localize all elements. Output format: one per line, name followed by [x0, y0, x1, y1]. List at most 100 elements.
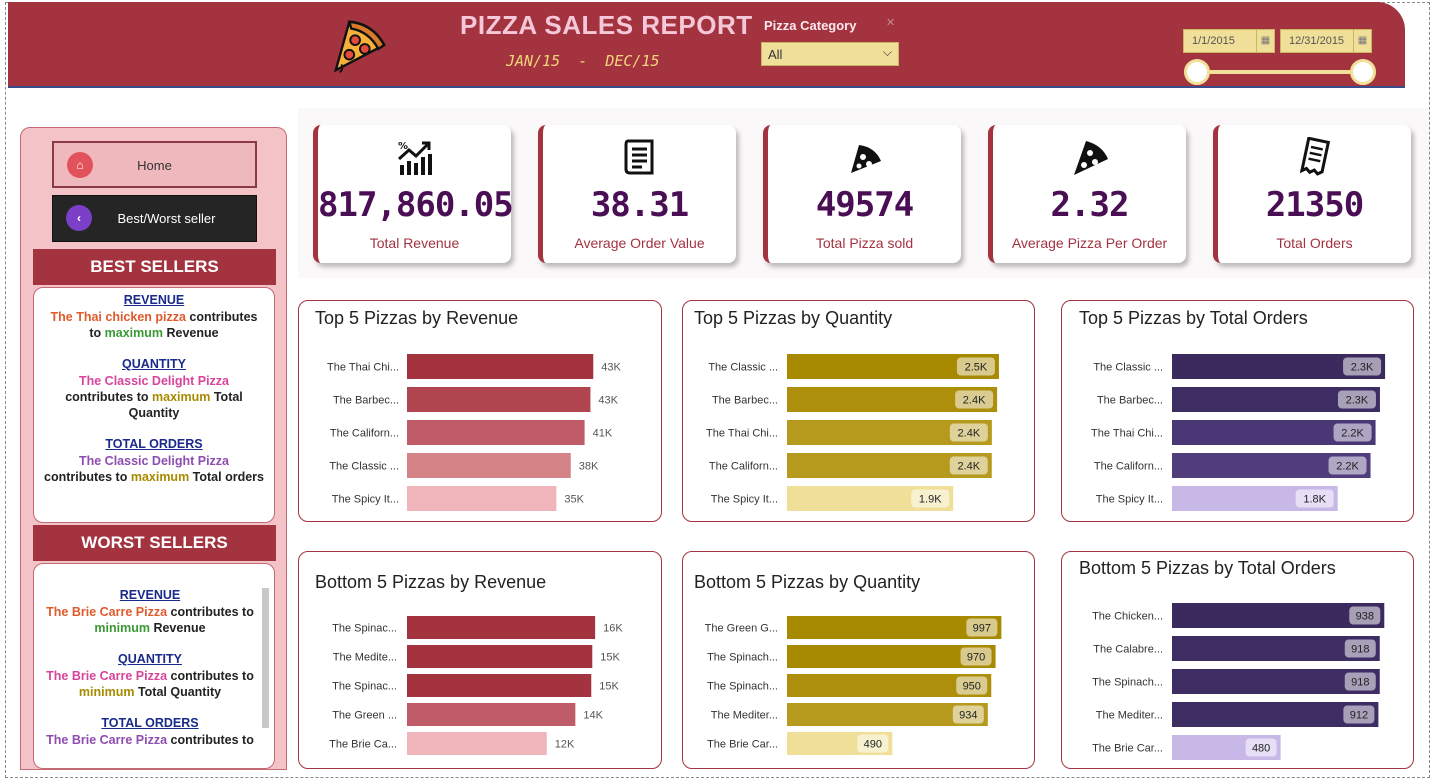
- report-period: JAN/15 - DEC/15: [506, 52, 660, 70]
- category-label: The Barbec...: [712, 395, 778, 407]
- category-label: The Green G...: [705, 623, 778, 635]
- bar[interactable]: [407, 732, 547, 755]
- category-label: The Barbec...: [1097, 395, 1163, 407]
- category-label: The Mediter...: [711, 710, 778, 722]
- data-label: 2.4K: [963, 395, 986, 407]
- best-orders-heading: TOTAL ORDERS: [105, 437, 203, 451]
- bar[interactable]: [407, 616, 596, 639]
- revenue-growth-icon: %: [318, 137, 511, 181]
- data-label: 490: [864, 739, 882, 751]
- clear-filter-icon[interactable]: ✕: [886, 16, 895, 29]
- kpi-label: Average Order Value: [574, 235, 705, 251]
- bar[interactable]: [407, 486, 557, 511]
- bar[interactable]: [407, 387, 591, 412]
- category-label: The Californ...: [709, 461, 778, 473]
- bar[interactable]: [407, 354, 594, 379]
- data-label: 15K: [600, 652, 620, 664]
- category-label: The Spicy It...: [332, 494, 399, 506]
- category-label: The Californ...: [1094, 461, 1163, 473]
- worst-quantity-heading: QUANTITY: [118, 652, 182, 666]
- best-quantity-heading: QUANTITY: [122, 357, 186, 371]
- best-quantity-pizza: The Classic Delight Pizza: [78, 374, 230, 388]
- category-label: The Spinach...: [1092, 677, 1163, 689]
- category-dropdown[interactable]: All ⌵: [761, 42, 899, 66]
- worst-sellers-card: REVENUE The Brie Carre Pizza contributes…: [33, 563, 275, 769]
- data-label: 2.3K: [1351, 362, 1374, 374]
- kpi-value: 38.31: [590, 185, 689, 225]
- best-worst-button-label: Best/Worst seller: [117, 211, 216, 226]
- data-label: 35K: [564, 494, 584, 506]
- chart-top-orders: Top 5 Pizzas by Total Orders The Classic…: [1061, 300, 1414, 522]
- worst-revenue-keyword: minimum: [94, 621, 150, 635]
- best-revenue-pizza: The Thai chicken pizza: [50, 310, 186, 324]
- worst-orders-text: contributes to: [167, 733, 254, 747]
- date-slider-start-handle[interactable]: [1184, 59, 1210, 85]
- worst-quantity-pizza: The Brie Carre Pizza: [46, 669, 168, 683]
- category-label: The Brie Ca...: [329, 739, 397, 751]
- best-sellers-card: REVENUE The Thai chicken pizza contribut…: [33, 287, 275, 523]
- best-orders-end: Total orders: [189, 470, 264, 484]
- pizza-slice-icon: [993, 137, 1186, 181]
- chart-bottom-revenue-svg: The Spinac... 16K The Medite... 15K The Spin…: [329, 616, 623, 755]
- pizza-logo-icon: [333, 20, 386, 73]
- data-label: 16K: [603, 623, 623, 635]
- category-label: The Classic ...: [1093, 362, 1163, 374]
- category-label: The Green ...: [332, 710, 397, 722]
- data-label: 1.8K: [1303, 494, 1326, 506]
- category-label: The Classic ...: [708, 362, 778, 374]
- worst-sellers-heading: WORST SELLERS: [33, 525, 276, 561]
- kpi-card-total-pizza-sold: 49574 Total Pizza sold: [763, 125, 961, 263]
- home-button[interactable]: ⌂ Home: [52, 141, 257, 188]
- chart-bottom-revenue: Bottom 5 Pizzas by Revenue The Spinac...…: [298, 551, 662, 769]
- best-revenue-block: REVENUE The Thai chicken pizza contribut…: [44, 292, 264, 341]
- worst-quantity-keyword: minimum: [78, 685, 135, 699]
- date-range-slider-track[interactable]: [1204, 70, 1374, 74]
- category-label: The Medite...: [333, 652, 397, 664]
- best-revenue-heading: REVENUE: [123, 293, 185, 307]
- best-worst-seller-button[interactable]: ‹ Best/Worst seller: [52, 195, 257, 242]
- kpi-value: 817,860.05: [318, 185, 514, 225]
- data-label: 41K: [593, 428, 613, 440]
- worst-orders-heading: TOTAL ORDERS: [101, 716, 199, 730]
- end-date-input[interactable]: 12/31/2015 ▦: [1280, 29, 1372, 53]
- bar[interactable]: [407, 420, 585, 445]
- worst-revenue-heading: REVENUE: [119, 588, 181, 602]
- chart-top-revenue-svg: The Thai Chi... 43K The Barbec... 43K The Ca…: [327, 354, 622, 511]
- bar[interactable]: [407, 674, 592, 697]
- bar[interactable]: [407, 703, 576, 726]
- end-date-value: 12/31/2015: [1289, 35, 1345, 47]
- best-orders-block: TOTAL ORDERS The Classic Delight Pizza c…: [44, 436, 264, 485]
- worst-revenue-end: Revenue: [149, 621, 206, 635]
- best-quantity-text: contributes to: [65, 390, 153, 404]
- worst-sellers-scrollbar[interactable]: [262, 588, 269, 728]
- data-label: 934: [959, 710, 977, 722]
- date-slider-end-handle[interactable]: [1350, 59, 1376, 85]
- start-date-input[interactable]: 1/1/2015 ▦: [1183, 29, 1275, 53]
- report-title: PIZZA SALES REPORT: [460, 10, 753, 40]
- worst-quantity-block: QUANTITY The Brie Carre Pizza contribute…: [44, 651, 256, 700]
- category-label: The Spicy It...: [1096, 494, 1163, 506]
- data-label: 43K: [598, 395, 618, 407]
- bar[interactable]: [407, 645, 593, 668]
- chart-bottom-orders: Bottom 5 Pizzas by Total Orders The Chic…: [1061, 551, 1414, 769]
- chart-bottom-quantity: Bottom 5 Pizzas by Quantity The Green G.…: [682, 551, 1035, 769]
- best-orders-keyword: maximum: [130, 470, 190, 484]
- best-revenue-keyword: maximum: [104, 326, 164, 340]
- kpi-card-average-order-value: 38.31 Average Order Value: [538, 125, 736, 263]
- category-label: The Thai Chi...: [1091, 428, 1163, 440]
- category-dropdown-value: All: [768, 47, 783, 62]
- category-label: The Brie Car...: [1092, 743, 1163, 755]
- category-label: The Spinac...: [332, 623, 397, 635]
- calendar-icon[interactable]: ▦: [1256, 30, 1274, 52]
- category-label: The Chicken...: [1092, 611, 1163, 623]
- data-label: 43K: [601, 362, 621, 374]
- data-label: 918: [1351, 677, 1369, 689]
- data-label: 918: [1351, 644, 1369, 656]
- sidebar: ⌂ Home ‹ Best/Worst seller BEST SELLERS …: [20, 127, 287, 770]
- category-label: The Californ...: [330, 428, 399, 440]
- calendar-icon[interactable]: ▦: [1353, 30, 1371, 52]
- bar[interactable]: [407, 453, 571, 478]
- category-label: The Spinach...: [707, 652, 778, 664]
- category-label: The Thai Chi...: [327, 362, 399, 374]
- chart-top-orders-svg: The Classic ... 2.3K The Barbec... 2.3K The …: [1091, 354, 1386, 511]
